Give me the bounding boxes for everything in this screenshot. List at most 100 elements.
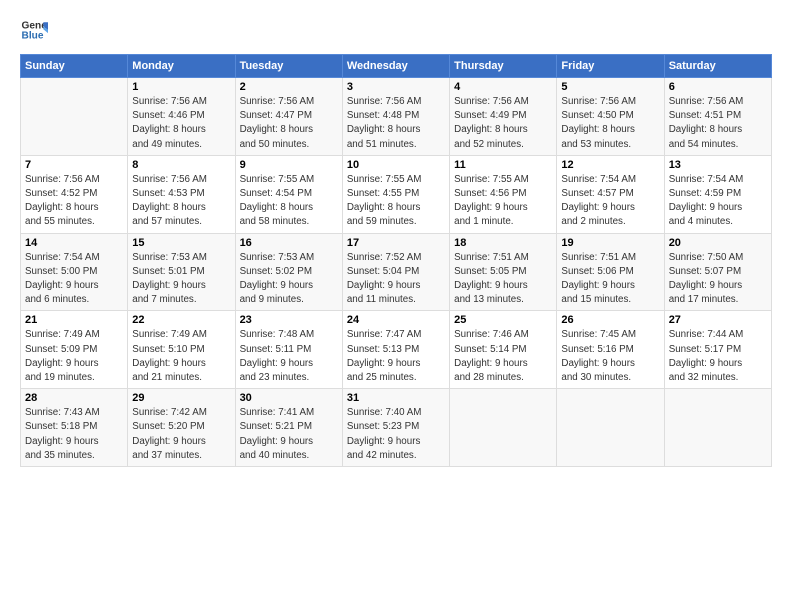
calendar-cell: 20 Sunrise: 7:50 AM Sunset: 5:07 PM Dayli… bbox=[664, 233, 771, 311]
day-info: Sunrise: 7:40 AM Sunset: 5:23 PM Dayligh… bbox=[347, 406, 445, 463]
calendar-cell: 26 Sunrise: 7:45 AM Sunset: 5:16 PM Dayli… bbox=[557, 311, 664, 389]
day-number: 21 bbox=[25, 314, 123, 326]
day-number: 24 bbox=[347, 314, 445, 326]
calendar-cell: 29 Sunrise: 7:42 AM Sunset: 5:20 PM Dayli… bbox=[128, 389, 235, 467]
col-header-thursday: Thursday bbox=[450, 55, 557, 78]
day-info: Sunrise: 7:56 AM Sunset: 4:53 PM Dayligh… bbox=[132, 173, 230, 230]
day-number: 18 bbox=[454, 237, 552, 249]
calendar-cell: 21Sunrise: 7:49 AM Sunset: 5:09 PM Dayli… bbox=[21, 311, 128, 389]
col-header-tuesday: Tuesday bbox=[235, 55, 342, 78]
svg-text:Blue: Blue bbox=[22, 31, 44, 42]
day-info: Sunrise: 7:53 AM Sunset: 5:02 PM Dayligh… bbox=[240, 251, 338, 308]
day-info: Sunrise: 7:56 AM Sunset: 4:47 PM Dayligh… bbox=[240, 95, 338, 152]
day-number: 27 bbox=[669, 314, 767, 326]
calendar-cell: 8 Sunrise: 7:56 AM Sunset: 4:53 PM Daylig… bbox=[128, 155, 235, 233]
day-number: 5 bbox=[561, 81, 659, 93]
day-info: Sunrise: 7:47 AM Sunset: 5:13 PM Dayligh… bbox=[347, 328, 445, 385]
calendar-cell bbox=[450, 389, 557, 467]
day-number: 9 bbox=[240, 159, 338, 171]
day-number: 14 bbox=[25, 237, 123, 249]
day-info: Sunrise: 7:56 AM Sunset: 4:46 PM Dayligh… bbox=[132, 95, 230, 152]
calendar-table: SundayMondayTuesdayWednesdayThursdayFrid… bbox=[20, 54, 772, 467]
day-number: 30 bbox=[240, 392, 338, 404]
calendar-cell: 15 Sunrise: 7:53 AM Sunset: 5:01 PM Dayli… bbox=[128, 233, 235, 311]
day-info: Sunrise: 7:56 AM Sunset: 4:50 PM Dayligh… bbox=[561, 95, 659, 152]
day-info: Sunrise: 7:54 AM Sunset: 4:57 PM Dayligh… bbox=[561, 173, 659, 230]
header: General Blue bbox=[20, 16, 772, 44]
day-info: Sunrise: 7:44 AM Sunset: 5:17 PM Dayligh… bbox=[669, 328, 767, 385]
day-number: 31 bbox=[347, 392, 445, 404]
day-info: Sunrise: 7:56 AM Sunset: 4:48 PM Dayligh… bbox=[347, 95, 445, 152]
calendar-cell: 16 Sunrise: 7:53 AM Sunset: 5:02 PM Dayli… bbox=[235, 233, 342, 311]
calendar-cell: 18 Sunrise: 7:51 AM Sunset: 5:05 PM Dayli… bbox=[450, 233, 557, 311]
day-info: Sunrise: 7:48 AM Sunset: 5:11 PM Dayligh… bbox=[240, 328, 338, 385]
day-number: 7 bbox=[25, 159, 123, 171]
day-info: Sunrise: 7:50 AM Sunset: 5:07 PM Dayligh… bbox=[669, 251, 767, 308]
day-number: 26 bbox=[561, 314, 659, 326]
calendar-cell bbox=[21, 78, 128, 156]
day-number: 16 bbox=[240, 237, 338, 249]
day-info: Sunrise: 7:43 AM Sunset: 5:18 PM Dayligh… bbox=[25, 406, 123, 463]
day-info: Sunrise: 7:42 AM Sunset: 5:20 PM Dayligh… bbox=[132, 406, 230, 463]
day-number: 1 bbox=[132, 81, 230, 93]
calendar-cell: 17 Sunrise: 7:52 AM Sunset: 5:04 PM Dayli… bbox=[342, 233, 449, 311]
day-number: 23 bbox=[240, 314, 338, 326]
day-info: Sunrise: 7:51 AM Sunset: 5:05 PM Dayligh… bbox=[454, 251, 552, 308]
day-number: 20 bbox=[669, 237, 767, 249]
day-number: 19 bbox=[561, 237, 659, 249]
calendar-week-row: 1 Sunrise: 7:56 AM Sunset: 4:46 PM Daylig… bbox=[21, 78, 772, 156]
day-info: Sunrise: 7:55 AM Sunset: 4:55 PM Dayligh… bbox=[347, 173, 445, 230]
day-info: Sunrise: 7:51 AM Sunset: 5:06 PM Dayligh… bbox=[561, 251, 659, 308]
day-info: Sunrise: 7:49 AM Sunset: 5:10 PM Dayligh… bbox=[132, 328, 230, 385]
logo: General Blue bbox=[20, 16, 48, 44]
calendar-cell: 4 Sunrise: 7:56 AM Sunset: 4:49 PM Daylig… bbox=[450, 78, 557, 156]
day-number: 15 bbox=[132, 237, 230, 249]
day-number: 2 bbox=[240, 81, 338, 93]
calendar-cell: 23 Sunrise: 7:48 AM Sunset: 5:11 PM Dayli… bbox=[235, 311, 342, 389]
calendar-week-row: 14 Sunrise: 7:54 AM Sunset: 5:00 PM Dayli… bbox=[21, 233, 772, 311]
day-number: 11 bbox=[454, 159, 552, 171]
calendar-cell: 31 Sunrise: 7:40 AM Sunset: 5:23 PM Dayli… bbox=[342, 389, 449, 467]
col-header-friday: Friday bbox=[557, 55, 664, 78]
calendar-week-row: 28Sunrise: 7:43 AM Sunset: 5:18 PM Dayli… bbox=[21, 389, 772, 467]
calendar-cell: 2 Sunrise: 7:56 AM Sunset: 4:47 PM Daylig… bbox=[235, 78, 342, 156]
calendar-cell bbox=[557, 389, 664, 467]
day-info: Sunrise: 7:56 AM Sunset: 4:49 PM Dayligh… bbox=[454, 95, 552, 152]
calendar-week-row: 21Sunrise: 7:49 AM Sunset: 5:09 PM Dayli… bbox=[21, 311, 772, 389]
calendar-cell: 13Sunrise: 7:54 AM Sunset: 4:59 PM Dayli… bbox=[664, 155, 771, 233]
col-header-sunday: Sunday bbox=[21, 55, 128, 78]
day-number: 29 bbox=[132, 392, 230, 404]
calendar-cell: 25 Sunrise: 7:46 AM Sunset: 5:14 PM Dayli… bbox=[450, 311, 557, 389]
calendar-page: General Blue SundayMondayTuesdayWednesda… bbox=[0, 0, 792, 612]
calendar-cell: 14 Sunrise: 7:54 AM Sunset: 5:00 PM Dayli… bbox=[21, 233, 128, 311]
day-number: 17 bbox=[347, 237, 445, 249]
day-info: Sunrise: 7:46 AM Sunset: 5:14 PM Dayligh… bbox=[454, 328, 552, 385]
calendar-header-row: SundayMondayTuesdayWednesdayThursdayFrid… bbox=[21, 55, 772, 78]
calendar-cell: 7Sunrise: 7:56 AM Sunset: 4:52 PM Daylig… bbox=[21, 155, 128, 233]
day-info: Sunrise: 7:41 AM Sunset: 5:21 PM Dayligh… bbox=[240, 406, 338, 463]
calendar-week-row: 7Sunrise: 7:56 AM Sunset: 4:52 PM Daylig… bbox=[21, 155, 772, 233]
calendar-cell: 19 Sunrise: 7:51 AM Sunset: 5:06 PM Dayli… bbox=[557, 233, 664, 311]
day-number: 25 bbox=[454, 314, 552, 326]
calendar-cell: 28Sunrise: 7:43 AM Sunset: 5:18 PM Dayli… bbox=[21, 389, 128, 467]
calendar-cell: 30 Sunrise: 7:41 AM Sunset: 5:21 PM Dayli… bbox=[235, 389, 342, 467]
day-info: Sunrise: 7:56 AM Sunset: 4:51 PM Dayligh… bbox=[669, 95, 767, 152]
day-number: 22 bbox=[132, 314, 230, 326]
calendar-cell: 24 Sunrise: 7:47 AM Sunset: 5:13 PM Dayli… bbox=[342, 311, 449, 389]
calendar-cell: 6Sunrise: 7:56 AM Sunset: 4:51 PM Daylig… bbox=[664, 78, 771, 156]
day-info: Sunrise: 7:53 AM Sunset: 5:01 PM Dayligh… bbox=[132, 251, 230, 308]
day-info: Sunrise: 7:45 AM Sunset: 5:16 PM Dayligh… bbox=[561, 328, 659, 385]
day-info: Sunrise: 7:52 AM Sunset: 5:04 PM Dayligh… bbox=[347, 251, 445, 308]
col-header-saturday: Saturday bbox=[664, 55, 771, 78]
day-number: 10 bbox=[347, 159, 445, 171]
calendar-cell: 5 Sunrise: 7:56 AM Sunset: 4:50 PM Daylig… bbox=[557, 78, 664, 156]
day-number: 12 bbox=[561, 159, 659, 171]
col-header-wednesday: Wednesday bbox=[342, 55, 449, 78]
day-number: 8 bbox=[132, 159, 230, 171]
col-header-monday: Monday bbox=[128, 55, 235, 78]
day-number: 4 bbox=[454, 81, 552, 93]
day-info: Sunrise: 7:54 AM Sunset: 5:00 PM Dayligh… bbox=[25, 251, 123, 308]
calendar-cell: 1 Sunrise: 7:56 AM Sunset: 4:46 PM Daylig… bbox=[128, 78, 235, 156]
calendar-cell: 27 Sunrise: 7:44 AM Sunset: 5:17 PM Dayli… bbox=[664, 311, 771, 389]
calendar-cell: 11Sunrise: 7:55 AM Sunset: 4:56 PM Dayli… bbox=[450, 155, 557, 233]
